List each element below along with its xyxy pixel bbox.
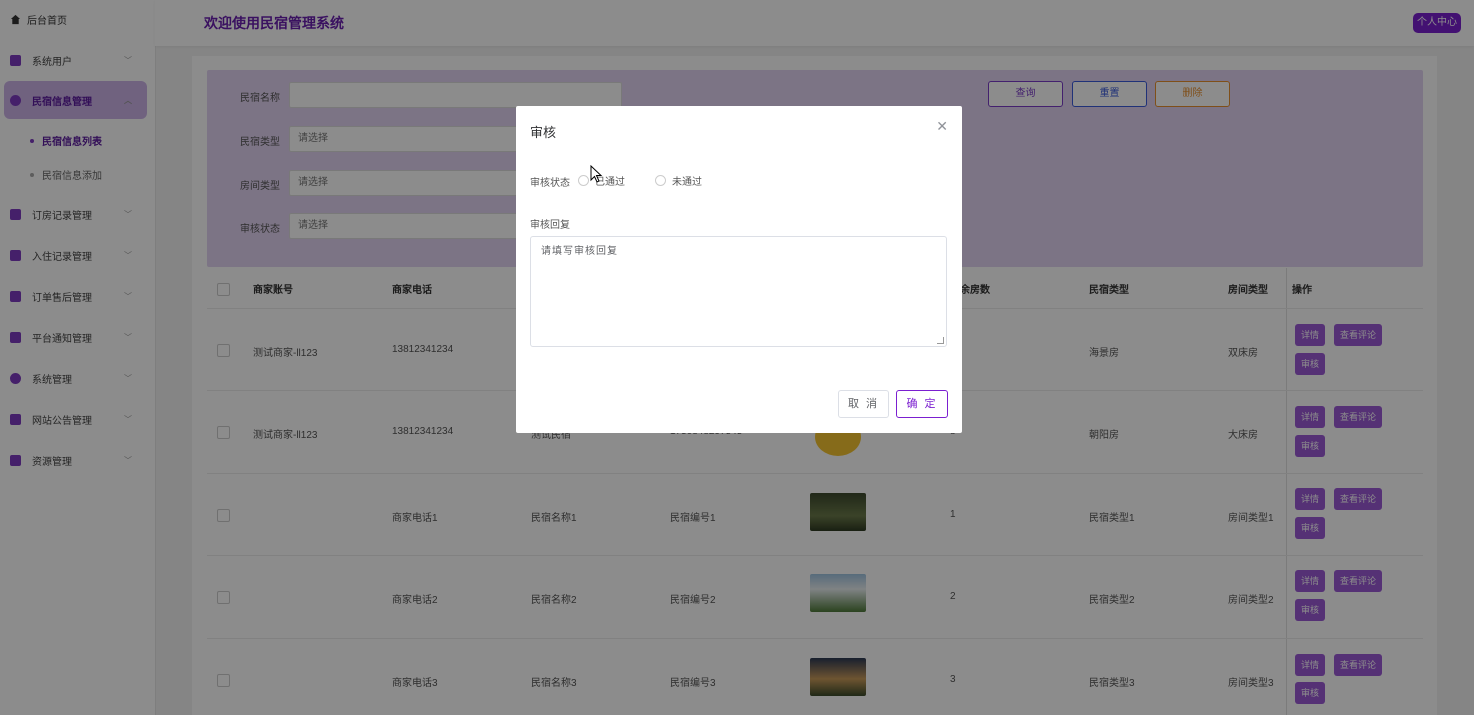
mouse-cursor-icon xyxy=(590,165,603,183)
confirm-button[interactable]: 确 定 xyxy=(896,390,948,418)
audit-reply-label: 审核回复 xyxy=(530,220,570,231)
cancel-button[interactable]: 取 消 xyxy=(838,390,889,418)
dialog-title: 审核 xyxy=(530,125,557,140)
radio-failed[interactable]: 未通过 xyxy=(655,173,702,188)
audit-status-label: 审核状态 xyxy=(530,178,570,189)
audit-dialog: 审核 ✕ 审核状态 已通过 未通过 审核回复 请填写审核回复 取 消 确 定 xyxy=(516,106,962,433)
radio-label: 未通过 xyxy=(672,177,702,188)
textarea-placeholder: 请填写审核回复 xyxy=(541,246,618,257)
resize-handle-icon[interactable] xyxy=(937,337,944,344)
radio-circle-icon xyxy=(655,175,666,186)
close-icon[interactable]: ✕ xyxy=(936,118,948,135)
radio-circle-icon xyxy=(578,175,589,186)
audit-reply-textarea[interactable]: 请填写审核回复 xyxy=(530,236,947,347)
